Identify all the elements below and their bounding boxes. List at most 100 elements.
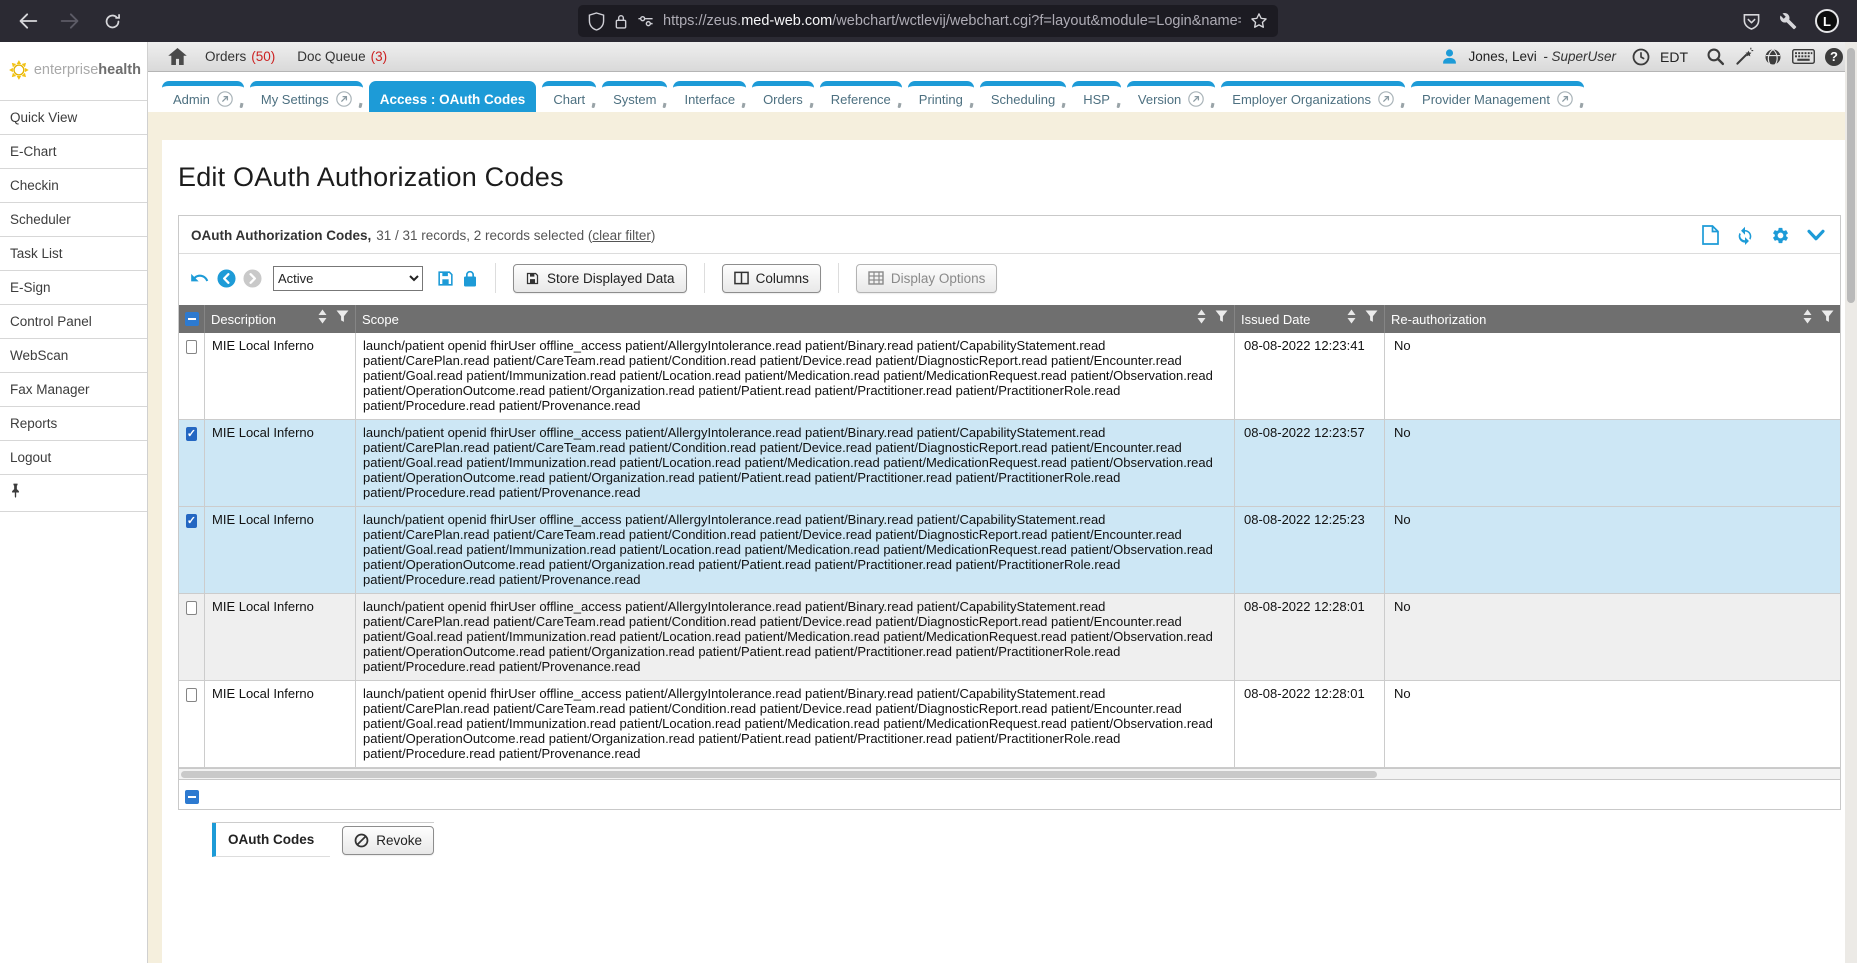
refresh-icon[interactable] — [1735, 226, 1755, 245]
clock-icon[interactable] — [1632, 48, 1650, 66]
lock-icon[interactable] — [614, 13, 628, 30]
status-filter-select[interactable]: Active — [273, 266, 423, 291]
row-checkbox[interactable] — [186, 514, 197, 528]
url-bar[interactable]: https://zeus.med-web.com/webchart/wctlev… — [578, 5, 1278, 37]
display-options-button[interactable]: Display Options — [856, 264, 998, 293]
tab-interface[interactable]: Interface — [673, 81, 746, 112]
tab-hsp[interactable]: HSP — [1072, 81, 1121, 112]
save-filter-icon[interactable] — [436, 269, 455, 288]
tab-access-oauth-codes[interactable]: Access : OAuth Codes — [369, 81, 537, 112]
shield-icon[interactable] — [588, 12, 605, 31]
external-link-icon[interactable] — [217, 91, 233, 107]
tab-provider-management[interactable]: Provider Management — [1411, 81, 1584, 112]
tab-employer-organizations[interactable]: Employer Organizations — [1221, 81, 1405, 112]
user-role: - SuperUser — [1543, 49, 1616, 64]
filter-funnel-icon[interactable] — [1215, 310, 1228, 328]
orders-link[interactable]: Orders(50) — [205, 49, 275, 64]
search-icon[interactable] — [1706, 47, 1725, 66]
quick-action-wand-icon[interactable] — [1735, 47, 1754, 66]
browser-profile-avatar[interactable]: L — [1815, 9, 1839, 33]
current-user[interactable]: Jones, Levi - SuperUser — [1468, 48, 1616, 66]
select-all-checkbox-bottom[interactable] — [185, 790, 199, 804]
filter-funnel-icon[interactable] — [1821, 310, 1834, 328]
keyboard-icon[interactable] — [1792, 49, 1815, 64]
url-text[interactable]: https://zeus.med-web.com/webchart/wctlev… — [663, 13, 1241, 29]
reauthorization-cell: No — [1385, 420, 1840, 506]
sidebar-item-control-panel[interactable]: Control Panel — [0, 305, 147, 339]
pushpin-icon — [10, 483, 21, 498]
browser-reload-icon[interactable] — [96, 6, 128, 36]
horizontal-scrollbar-thumb[interactable] — [181, 771, 1377, 778]
sidebar-item-task-list[interactable]: Task List — [0, 237, 147, 271]
lock-filter-icon[interactable] — [462, 269, 478, 288]
pin-sidebar-button[interactable] — [0, 475, 147, 512]
sidebar-item-fax-manager[interactable]: Fax Manager — [0, 373, 147, 407]
prev-page-icon[interactable] — [217, 269, 236, 288]
table-row: MIE Local Infernolaunch/patient openid f… — [179, 333, 1840, 420]
select-all-checkbox[interactable] — [185, 312, 199, 326]
sidebar-item-quick-view[interactable]: Quick View — [0, 101, 147, 135]
tab-scheduling[interactable]: Scheduling — [980, 81, 1066, 112]
store-displayed-data-button[interactable]: Store Displayed Data — [513, 264, 687, 293]
tab-version[interactable]: Version — [1127, 81, 1215, 112]
row-checkbox[interactable] — [186, 601, 197, 615]
next-page-icon[interactable] — [243, 269, 262, 288]
clear-filter-link[interactable]: clear filter — [592, 228, 651, 243]
external-link-icon[interactable] — [336, 91, 352, 107]
filter-funnel-icon[interactable] — [336, 310, 349, 328]
sidebar-item-logout[interactable]: Logout — [0, 441, 147, 475]
columns-button[interactable]: Columns — [722, 264, 821, 293]
row-select-cell — [179, 594, 205, 680]
row-checkbox[interactable] — [186, 340, 197, 354]
home-icon[interactable] — [168, 48, 187, 65]
doc-queue-link[interactable]: Doc Queue(3) — [297, 49, 387, 64]
sort-icon[interactable] — [1802, 309, 1813, 329]
tab-orders[interactable]: Orders — [752, 81, 814, 112]
devtools-wrench-icon[interactable] — [1779, 12, 1797, 30]
sort-icon[interactable] — [1346, 309, 1357, 329]
bookmark-star-icon[interactable] — [1250, 12, 1268, 30]
sidebar-item-scheduler[interactable]: Scheduler — [0, 203, 147, 237]
page-scrollbar-thumb[interactable] — [1847, 48, 1855, 303]
sidebar-item-reports[interactable]: Reports — [0, 407, 147, 441]
browser-forward-icon[interactable] — [54, 6, 86, 36]
tab-chart[interactable]: Chart — [542, 81, 596, 112]
user-icon — [1441, 48, 1458, 65]
browser-back-icon[interactable] — [12, 6, 44, 36]
row-checkbox[interactable] — [186, 688, 197, 702]
collapse-chevron-icon[interactable] — [1806, 229, 1826, 242]
tab-printing[interactable]: Printing — [908, 81, 974, 112]
undo-icon[interactable] — [189, 268, 210, 288]
tab-system[interactable]: System — [602, 81, 667, 112]
sidebar-item-webscan[interactable]: WebScan — [0, 339, 147, 373]
tab-reference[interactable]: Reference — [820, 81, 902, 112]
sidebar-item-e-chart[interactable]: E-Chart — [0, 135, 147, 169]
reauthorization-cell: No — [1385, 594, 1840, 680]
table-header: Description Scope Issued Date Re-authori… — [179, 305, 1840, 333]
permissions-icon[interactable] — [637, 15, 654, 28]
sort-icon[interactable] — [1196, 309, 1207, 329]
external-link-icon[interactable] — [1378, 91, 1394, 107]
sidebar-item-checkin[interactable]: Checkin — [0, 169, 147, 203]
doc-queue-count-badge: (3) — [371, 49, 388, 64]
horizontal-scrollbar[interactable] — [179, 768, 1840, 779]
sidebar-item-e-sign[interactable]: E-Sign — [0, 271, 147, 305]
tab-oauth-codes[interactable]: OAuth Codes — [212, 823, 330, 857]
tab-label: Orders — [763, 92, 803, 107]
external-link-icon[interactable] — [1557, 91, 1573, 107]
help-icon[interactable]: ? — [1825, 48, 1843, 66]
tab-admin[interactable]: Admin — [162, 81, 244, 112]
issued-date-cell: 08-08-2022 12:23:41 — [1235, 333, 1385, 419]
tab-my-settings[interactable]: My Settings — [250, 81, 363, 112]
globe-icon[interactable] — [1764, 48, 1782, 66]
revoke-button[interactable]: Revoke — [342, 826, 434, 855]
timezone-label[interactable]: EDT — [1660, 49, 1688, 65]
row-checkbox[interactable] — [186, 427, 197, 441]
filter-funnel-icon[interactable] — [1365, 310, 1378, 328]
pocket-icon[interactable] — [1742, 12, 1761, 31]
settings-gear-icon[interactable] — [1771, 226, 1790, 245]
sort-icon[interactable] — [317, 309, 328, 329]
new-record-icon[interactable] — [1702, 225, 1719, 245]
external-link-icon[interactable] — [1188, 91, 1204, 107]
page-scrollbar[interactable] — [1845, 42, 1857, 963]
